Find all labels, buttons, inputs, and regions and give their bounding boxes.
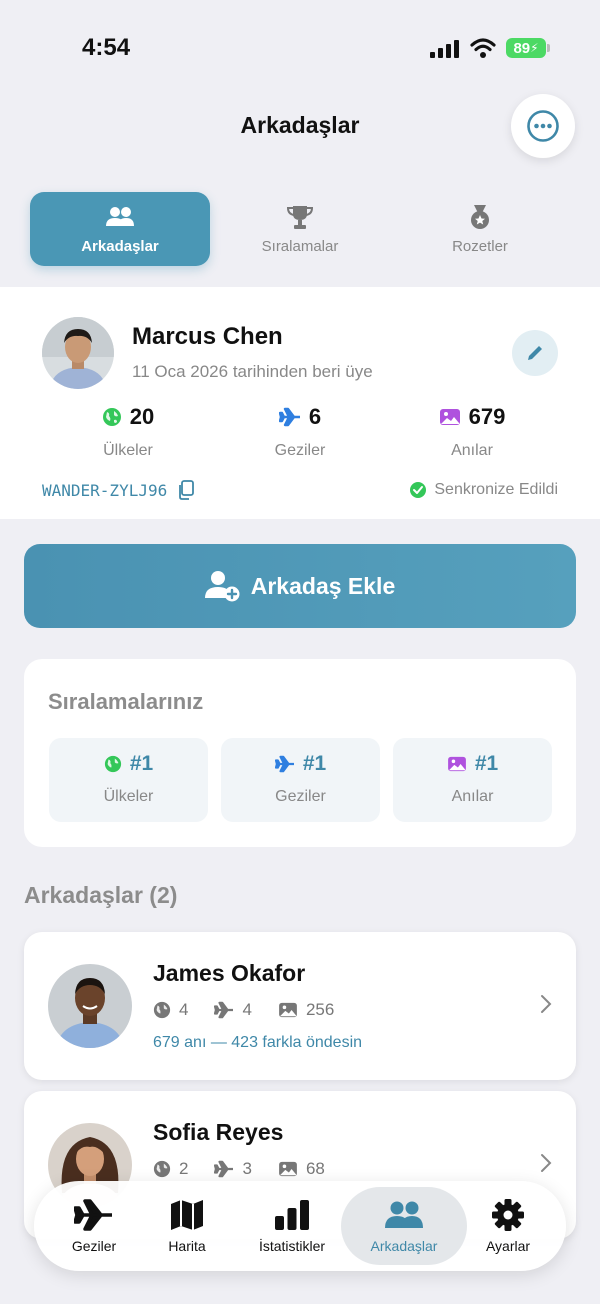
tab-statistics-label: İstatistikler <box>258 1238 326 1254</box>
rank-trips-label: Geziler <box>275 788 326 805</box>
tab-map-label: Harita <box>168 1238 206 1254</box>
pencil-icon <box>528 346 542 360</box>
globe-icon <box>153 1001 171 1019</box>
friend-code-text: WANDER-ZYLJ96 <box>42 480 168 500</box>
stat-memories: 679 Anılar <box>372 404 572 460</box>
wifi-icon <box>470 38 496 58</box>
stat-countries: 20 Ülkeler <box>28 404 228 460</box>
sync-status-label: Senkronize Edildi <box>434 481 558 498</box>
avatar[interactable] <box>42 317 114 389</box>
ellipsis-circle-icon <box>527 110 559 142</box>
tab-friends[interactable]: Arkadaşlar <box>30 192 210 266</box>
photo-icon <box>447 756 466 772</box>
friend-trips: 3 <box>242 1159 252 1178</box>
tab-settings[interactable]: Ayarlar <box>464 1187 552 1265</box>
sync-status: Senkronize Edildi <box>410 481 558 499</box>
bar-chart-icon <box>275 1200 309 1230</box>
rank-countries-label: Ülkeler <box>103 788 154 805</box>
friend-stats: 2 3 68 <box>153 1159 325 1179</box>
rank-countries: #1 Ülkeler <box>49 738 208 822</box>
friend-code[interactable]: WANDER-ZYLJ96 <box>42 480 195 500</box>
stat-countries-label: Ülkeler <box>103 442 153 459</box>
trophy-icon <box>286 205 314 229</box>
edit-profile-button[interactable] <box>512 330 558 376</box>
friend-name: James Okafor <box>153 960 306 986</box>
photo-icon <box>439 409 460 425</box>
battery-level: 89 <box>513 39 531 57</box>
tab-friends-label: Arkadaşlar <box>81 237 159 255</box>
avatar-image <box>42 317 114 389</box>
friend-row[interactable]: James Okafor 4 4 256 679 anı — 423 farkl… <box>24 932 576 1080</box>
add-friend-label: Arkadaş Ekle <box>250 572 396 599</box>
tab-badges-label: Rozetler <box>452 237 508 255</box>
stat-trips-value: 6 <box>308 404 322 429</box>
rank-memories-value: #1 <box>474 752 499 775</box>
friend-comparison: 679 anı — 423 farkla öndesin <box>153 1034 363 1051</box>
friend-name: Sofia Reyes <box>153 1119 284 1145</box>
people-icon <box>385 1201 423 1228</box>
chevron-right-icon <box>541 995 552 1013</box>
globe-icon <box>102 408 121 426</box>
person-add-icon <box>204 571 240 602</box>
signal-icon <box>430 40 459 58</box>
airplane-icon <box>214 1001 234 1019</box>
airplane-icon <box>278 407 300 427</box>
tab-badges[interactable]: Rozetler <box>390 192 570 266</box>
photo-icon <box>279 1161 297 1177</box>
rankings-title: Sıralamalarınız <box>48 689 204 714</box>
rank-trips: #1 Geziler <box>221 738 380 822</box>
rank-memories-label: Anılar <box>451 788 494 805</box>
tab-bar: Geziler Harita İstatistikler Arkadaşlar <box>34 1181 566 1271</box>
airplane-icon <box>214 1160 234 1178</box>
copy-icon[interactable] <box>177 480 195 500</box>
friend-countries: 4 <box>179 1000 189 1019</box>
friend-memories: 68 <box>305 1159 325 1178</box>
airplane-icon <box>274 755 294 773</box>
more-options-button[interactable] <box>511 94 575 158</box>
profile-name: Marcus Chen <box>132 323 283 350</box>
chevron-right-icon <box>541 1154 552 1172</box>
medal-icon <box>471 204 489 229</box>
rank-countries-value: #1 <box>129 752 154 775</box>
add-friend-button[interactable]: Arkadaş Ekle <box>24 544 576 628</box>
tab-friends-nav[interactable]: Arkadaşlar <box>341 1187 467 1265</box>
friend-countries: 2 <box>179 1159 189 1178</box>
checkmark-circle-icon <box>410 482 427 498</box>
people-icon <box>106 206 134 226</box>
tab-statistics[interactable]: İstatistikler <box>239 1187 345 1265</box>
page-title: Arkadaşlar <box>240 112 360 138</box>
tab-map[interactable]: Harita <box>142 1187 232 1265</box>
friend-trips: 4 <box>242 1000 252 1019</box>
friend-avatar-image <box>48 964 132 1048</box>
globe-icon <box>153 1160 171 1178</box>
friend-memories: 256 <box>305 1000 335 1019</box>
status-bar: 4:54 89 ⚡ <box>0 0 600 90</box>
globe-icon <box>104 755 121 773</box>
battery-indicator: 89 ⚡ <box>506 38 550 58</box>
rank-memories: #1 Anılar <box>393 738 552 822</box>
stat-countries-value: 20 <box>129 404 155 429</box>
rank-trips-value: #1 <box>302 752 327 775</box>
gear-icon <box>492 1199 524 1231</box>
tab-trips-label: Geziler <box>71 1238 117 1254</box>
stat-trips-label: Geziler <box>274 442 326 459</box>
airplane-icon <box>74 1199 112 1231</box>
friend-stats: 4 4 256 <box>153 1000 334 1020</box>
status-time: 4:54 <box>82 34 131 61</box>
stat-memories-label: Anılar <box>451 442 493 459</box>
map-icon <box>171 1200 203 1230</box>
friend-avatar <box>48 964 132 1048</box>
tab-settings-label: Ayarlar <box>485 1238 531 1254</box>
tab-trips[interactable]: Geziler <box>46 1187 142 1265</box>
stat-trips: 6 Geziler <box>200 404 400 460</box>
tab-friends-nav-label: Arkadaşlar <box>370 1238 438 1254</box>
tab-rankings-label: Sıralamalar <box>261 237 339 255</box>
photo-icon <box>279 1002 297 1018</box>
member-since: 11 Oca 2026 tarihinden beri üye <box>132 362 373 381</box>
tab-rankings[interactable]: Sıralamalar <box>210 192 390 266</box>
friends-header: Arkadaşlar (2) <box>24 882 178 908</box>
stat-memories-value: 679 <box>468 404 506 429</box>
